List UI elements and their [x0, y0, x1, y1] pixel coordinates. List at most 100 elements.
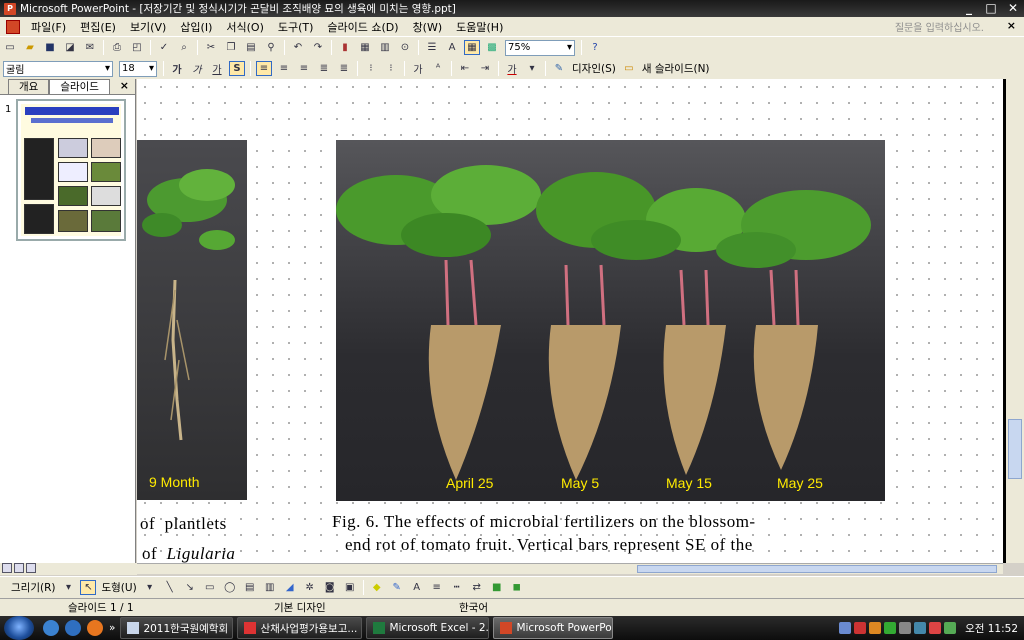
update-icon[interactable]	[884, 622, 897, 634]
decrease-indent-icon[interactable]: ⇤	[457, 61, 473, 76]
plant-photo-dates[interactable]: April 25 May 5 May 15 May 25	[336, 140, 885, 501]
3d-style-icon[interactable]: ◼	[509, 580, 525, 595]
left-text-line-1[interactable]: of plantlets	[140, 514, 227, 534]
slide-canvas[interactable]: 9 Month April 25 May 5 May 15 May 25 of …	[137, 79, 1003, 563]
paste-icon[interactable]: ▤	[243, 40, 259, 55]
arrow-icon[interactable]: ↘	[182, 580, 198, 595]
zoom-select[interactable]: 75% ▾	[505, 39, 575, 56]
align-center-icon[interactable]: ≡	[276, 61, 292, 76]
menu-slideshow[interactable]: 슬라이드 쇼(D)	[320, 19, 405, 35]
help-search-box[interactable]: 질문을 입력하십시오.	[895, 19, 1024, 34]
bullets-icon[interactable]: ⁝	[383, 61, 399, 76]
draw-menu-button[interactable]: 그리기(R)	[8, 580, 58, 595]
ie-icon[interactable]	[43, 620, 59, 636]
vertical-textbox-icon[interactable]: ▥	[262, 580, 278, 595]
select-objects-icon[interactable]: ↖	[80, 580, 97, 595]
expand-all-icon[interactable]: ☰	[424, 40, 440, 55]
show-grid-icon[interactable]: ▦	[464, 40, 480, 55]
menu-view[interactable]: 보기(V)	[123, 19, 173, 35]
increase-indent-icon[interactable]: ⇥	[477, 61, 493, 76]
font-name-select[interactable]: 굴림 ▾	[3, 60, 113, 77]
tab-slides[interactable]: 슬라이드	[49, 79, 110, 94]
oval-icon[interactable]: ◯	[222, 580, 238, 595]
line-icon[interactable]: ╲	[162, 580, 178, 595]
cut-icon[interactable]: ✂	[203, 40, 219, 55]
shield-icon[interactable]	[929, 622, 942, 634]
network-icon[interactable]	[839, 622, 852, 634]
italic-button[interactable]: 가	[189, 61, 205, 76]
decrease-font-icon[interactable]: ᴬ	[430, 61, 446, 76]
left-text-line-2[interactable]: of Ligularia	[142, 544, 235, 563]
help-icon[interactable]: ?	[587, 40, 603, 55]
normal-view-icon[interactable]	[2, 563, 12, 573]
new-icon[interactable]: ▭	[2, 40, 18, 55]
close-window-button[interactable]: ✕	[1002, 1, 1024, 16]
font-color-icon[interactable]: A	[409, 580, 425, 595]
tab-outline[interactable]: 개요	[8, 79, 50, 94]
autoshapes-button[interactable]: 도형(U)	[98, 580, 139, 595]
underline-button[interactable]: 가	[209, 61, 225, 76]
design-icon[interactable]: ✎	[551, 61, 567, 76]
show-formatting-icon[interactable]: A	[444, 40, 460, 55]
email-icon[interactable]: ✉	[82, 40, 98, 55]
research-icon[interactable]: ⌕	[176, 40, 192, 55]
figure-caption-line-1[interactable]: Fig. 6. The effects of microbial fertili…	[332, 512, 756, 532]
taskbar-item-excel[interactable]: Microsoft Excel - 2...	[366, 617, 490, 639]
chevron-right-icon[interactable]: »	[109, 622, 115, 634]
line-style-icon[interactable]: ≡	[429, 580, 445, 595]
clock[interactable]: 오전 11:52	[965, 621, 1018, 636]
font-size-select[interactable]: 18 ▾	[119, 60, 157, 77]
insert-table-icon[interactable]: ▦	[357, 40, 373, 55]
increase-font-button[interactable]: 가	[410, 61, 426, 76]
slide-sorter-icon[interactable]	[14, 563, 24, 573]
taskbar-item-powerpoint[interactable]: Microsoft PowerPo...	[493, 617, 614, 639]
textbox-icon[interactable]: ▤	[242, 580, 258, 595]
new-slide-button[interactable]: 새 슬라이드(N)	[639, 61, 713, 76]
ie-icon[interactable]	[65, 620, 81, 636]
tables-borders-icon[interactable]: ▥	[377, 40, 393, 55]
new-slide-icon[interactable]: ▭	[621, 61, 637, 76]
shadow-style-icon[interactable]: ■	[489, 580, 505, 595]
insert-chart-icon[interactable]: ▮	[337, 40, 353, 55]
security-icon[interactable]	[854, 622, 867, 634]
maximize-button[interactable]: □	[980, 1, 1002, 16]
slide-thumbnail[interactable]	[16, 99, 126, 241]
horizontal-scrollbar[interactable]	[137, 563, 1003, 574]
menu-insert[interactable]: 삽입(I)	[173, 19, 219, 35]
start-button[interactable]	[4, 616, 34, 640]
fill-color-icon[interactable]: ◆	[369, 580, 385, 595]
save-icon[interactable]: ■	[42, 40, 58, 55]
insert-hyperlink-icon[interactable]: ⊙	[397, 40, 413, 55]
arrow-style-icon[interactable]: ⇄	[469, 580, 485, 595]
align-left-icon[interactable]: ≡	[256, 61, 272, 76]
bold-button[interactable]: 가	[169, 61, 185, 76]
close-pane-button[interactable]: ×	[120, 79, 129, 94]
undo-icon[interactable]: ↶	[290, 40, 306, 55]
antivirus-icon[interactable]	[869, 622, 882, 634]
power-icon[interactable]	[944, 622, 957, 634]
menu-tools[interactable]: 도구(T)	[271, 19, 321, 35]
chevron-down-icon[interactable]: ▾	[524, 61, 540, 76]
permission-icon[interactable]: ◪	[62, 40, 78, 55]
close-document-button[interactable]: ×	[1007, 19, 1016, 32]
numbering-icon[interactable]: ⁝	[363, 61, 379, 76]
vertical-scrollbar[interactable]	[1003, 79, 1024, 563]
vertical-scroll-thumb[interactable]	[1008, 419, 1022, 479]
spelling-icon[interactable]: ✓	[156, 40, 172, 55]
volume-icon[interactable]	[899, 622, 912, 634]
dash-style-icon[interactable]: ┅	[449, 580, 465, 595]
figure-caption-line-2[interactable]: end rot of tomato fruit. Vertical bars r…	[345, 535, 753, 555]
shadow-button[interactable]: S	[229, 61, 245, 76]
horizontal-scroll-thumb[interactable]	[637, 565, 997, 573]
document-icon[interactable]	[6, 19, 20, 34]
color-grayscale-icon[interactable]: ▩	[484, 40, 500, 55]
menu-help[interactable]: 도움말(H)	[449, 19, 510, 35]
format-painter-icon[interactable]: ⚲	[263, 40, 279, 55]
taskbar-item-hwp[interactable]: 2011한국원예학회 ...	[120, 617, 234, 639]
open-icon[interactable]: ▰	[22, 40, 38, 55]
distribute-icon[interactable]: ≣	[336, 61, 352, 76]
align-right-icon[interactable]: ≡	[296, 61, 312, 76]
chevron-down-icon[interactable]: ▾	[60, 580, 76, 595]
print-icon[interactable]: ⎙	[109, 40, 125, 55]
slideshow-icon[interactable]	[26, 563, 36, 573]
